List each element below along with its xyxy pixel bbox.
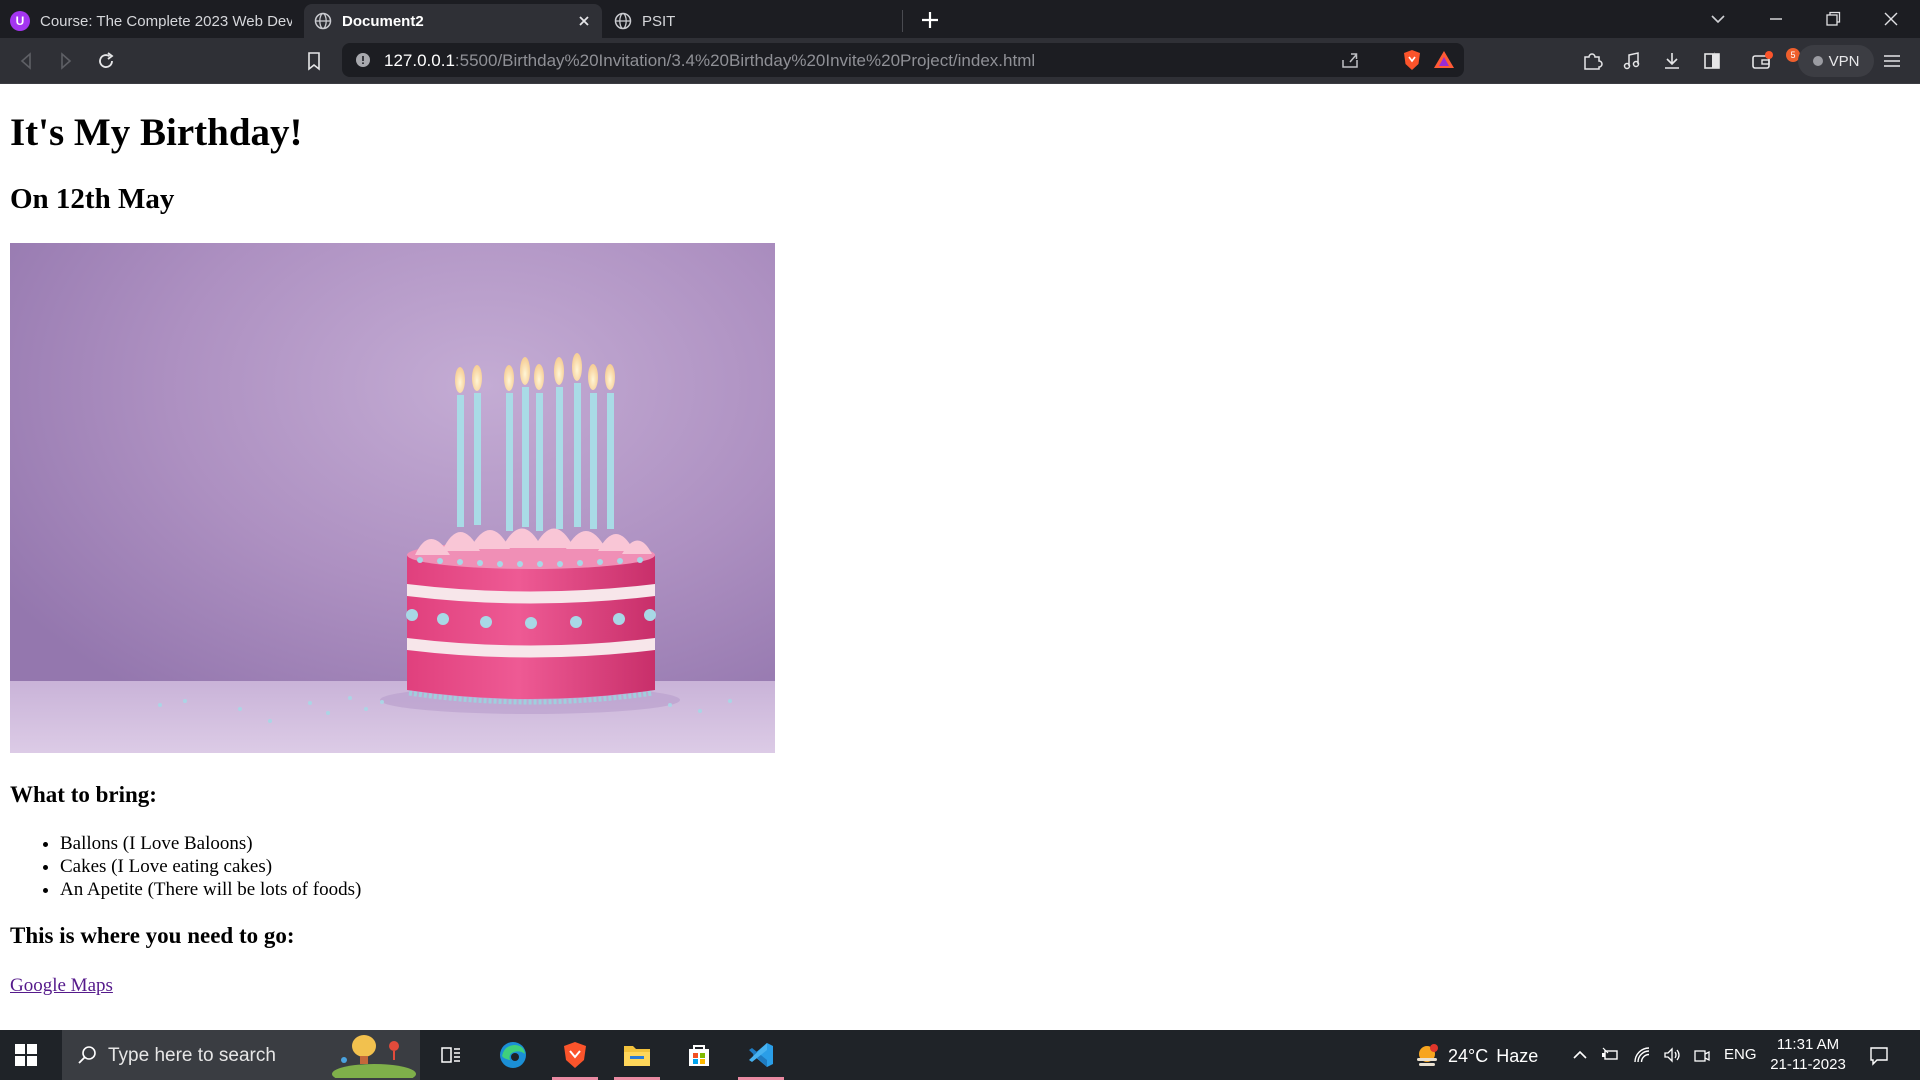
search-placeholder: Type here to search: [108, 1045, 276, 1066]
extensions-icon[interactable]: [1580, 49, 1604, 73]
close-tab-icon[interactable]: [574, 11, 594, 31]
browser-tab-strip: U Course: The Complete 2023 Web Deve Doc…: [0, 0, 1920, 38]
search-highlight-balloon-icon: [324, 1034, 416, 1078]
close-window-icon[interactable]: [1879, 7, 1903, 31]
list-item: Cakes (I Love eating cakes): [60, 855, 361, 878]
reload-icon[interactable]: [94, 49, 118, 73]
brave-browser-icon[interactable]: [544, 1030, 606, 1080]
wallet-icon[interactable]: [1750, 49, 1774, 73]
windows-taskbar: Type here to search 24°C Haze ENG 11:31 …: [0, 1030, 1920, 1080]
task-view-icon[interactable]: [420, 1030, 482, 1080]
globe-icon: [614, 12, 632, 30]
address-bar[interactable]: 127.0.0.1:5500/Birthday%20Invitation/3.4…: [342, 43, 1800, 77]
tab-document2[interactable]: Document2: [304, 4, 602, 38]
sidebar-toggle-icon[interactable]: [1700, 49, 1724, 73]
page-title: It's My Birthday!: [10, 111, 303, 154]
brave-shields-icon[interactable]: [1400, 48, 1424, 72]
file-explorer-icon[interactable]: [606, 1030, 668, 1080]
menu-hamburger-icon[interactable]: [1880, 49, 1904, 73]
globe-icon: [314, 12, 332, 30]
where-to-go-heading: This is where you need to go:: [10, 923, 295, 948]
url-text: 127.0.0.1:5500/Birthday%20Invitation/3.4…: [384, 51, 1035, 71]
google-maps-link[interactable]: Google Maps: [10, 975, 113, 997]
wifi-icon[interactable]: [1632, 1045, 1652, 1065]
tab-title: PSIT: [642, 12, 676, 30]
birthday-cake-image: [10, 243, 775, 753]
url-host: 127.0.0.1: [384, 51, 455, 70]
clock-date: 21-11-2023: [1770, 1056, 1846, 1073]
what-to-bring-heading: What to bring:: [10, 782, 157, 807]
microsoft-store-icon[interactable]: [668, 1030, 730, 1080]
list-item: Ballons (I Love Baloons): [60, 832, 361, 855]
web-page-content: It's My Birthday! On 12th May What to br…: [0, 84, 1920, 1030]
browser-toolbar: 127.0.0.1:5500/Birthday%20Invitation/3.4…: [0, 38, 1920, 84]
meet-now-icon[interactable]: [1692, 1045, 1712, 1065]
bookmark-icon[interactable]: [302, 49, 326, 73]
taskbar-search-box[interactable]: Type here to search: [62, 1030, 420, 1080]
media-music-icon[interactable]: [1620, 49, 1644, 73]
vpn-button[interactable]: VPN: [1798, 45, 1874, 77]
battery-icon[interactable]: [1600, 1045, 1620, 1065]
weather-haze-icon: [1417, 1044, 1438, 1066]
show-hidden-icons-chevron-up-icon[interactable]: [1570, 1045, 1590, 1065]
windows-start-icon[interactable]: [14, 1043, 38, 1067]
vscode-icon[interactable]: [730, 1030, 792, 1080]
event-date-heading: On 12th May: [10, 183, 175, 215]
back-icon[interactable]: [14, 49, 38, 73]
weather-temperature: 24°C: [1448, 1045, 1489, 1066]
search-icon: [76, 1044, 98, 1066]
download-icon[interactable]: [1660, 49, 1684, 73]
system-clock[interactable]: 11:31 AM 21-11-2023: [1764, 1035, 1852, 1075]
notification-center-icon[interactable]: [1868, 1045, 1888, 1066]
new-tab-button[interactable]: [918, 8, 942, 32]
tab-list-chevron-down-icon[interactable]: [1706, 7, 1730, 31]
vpn-status-icon: [1812, 56, 1823, 66]
language-indicator[interactable]: ENG: [1724, 1046, 1757, 1063]
brave-rewards-icon[interactable]: [1432, 48, 1456, 72]
restore-icon[interactable]: [1821, 7, 1845, 31]
tab-udemy-course[interactable]: U Course: The Complete 2023 Web Deve: [0, 4, 302, 38]
tab-divider: [902, 10, 903, 32]
edge-browser-icon[interactable]: [482, 1030, 544, 1080]
forward-icon[interactable]: [54, 49, 78, 73]
url-path: :5500/Birthday%20Invitation/3.4%20Birthd…: [454, 51, 1036, 70]
weather-condition: Haze: [1496, 1045, 1539, 1066]
tab-title: Document2: [342, 12, 424, 30]
weather-widget[interactable]: 24°C Haze: [1414, 1043, 1538, 1069]
minimize-icon[interactable]: [1764, 7, 1788, 31]
udemy-icon: U: [10, 11, 30, 31]
site-info-icon[interactable]: [356, 53, 370, 67]
clock-time: 11:31 AM: [1776, 1036, 1840, 1053]
volume-icon[interactable]: [1662, 1045, 1682, 1065]
tab-title: Course: The Complete 2023 Web Deve: [40, 12, 292, 30]
tab-psit[interactable]: PSIT: [604, 4, 902, 38]
bring-list: Ballons (I Love Baloons) Cakes (I Love e…: [10, 832, 361, 901]
list-item: An Apetite (There will be lots of foods): [60, 878, 361, 901]
vpn-label: VPN: [1828, 52, 1860, 70]
share-icon[interactable]: [1338, 48, 1362, 72]
